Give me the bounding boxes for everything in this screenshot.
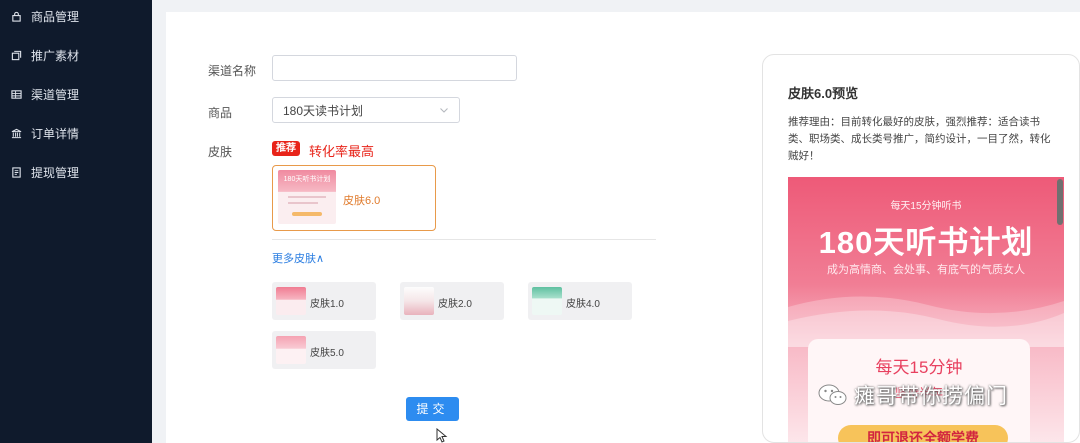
wechat-icon [818, 384, 847, 405]
skin-option-label: 皮肤2.0 [438, 299, 472, 310]
poster-cta-button[interactable]: 即可退还全额学费 [838, 425, 1008, 442]
sidebar-item-label: 推广素材 [31, 48, 80, 63]
sidebar-item-label: 订单详情 [31, 126, 80, 141]
product-label: 商品 [208, 106, 233, 120]
sidebar-item-withdraw[interactable]: 提现管理 [0, 160, 152, 184]
recommend-text: 转化率最高 [309, 144, 375, 159]
chevron-down-icon [440, 108, 448, 113]
poster-top-text: 每天15分钟听书 [890, 201, 962, 212]
divider [272, 239, 656, 240]
sidebar-item-label: 商品管理 [31, 9, 80, 24]
skin-thumbnail [532, 287, 562, 315]
skin-thumbnail-title: 180天听书计划 [283, 176, 331, 183]
skin-option-label: 皮肤4.0 [566, 299, 600, 310]
skin-label: 皮肤 [208, 145, 233, 159]
skin-option-1[interactable]: 皮肤1.0 [272, 282, 376, 320]
preview-scrollbar[interactable] [1057, 179, 1063, 225]
skin-thumbnail [276, 287, 306, 315]
main-panel: 渠道名称 商品 180天读书计划 皮肤 推荐 转化率最高 180天听书计划 皮肤… [166, 12, 1080, 443]
submit-button[interactable]: 提交 [406, 397, 459, 421]
sidebar-item-promo[interactable]: 推广素材 [0, 43, 152, 67]
product-select-value: 180天读书计划 [283, 103, 364, 118]
wave-decoration [788, 296, 1064, 347]
skin-thumbnail [276, 336, 306, 364]
skin-option-label: 皮肤6.0 [343, 195, 381, 207]
watermark: 瘫哥带你捞偏门 [818, 380, 1008, 410]
skin-option-label: 皮肤1.0 [310, 299, 344, 310]
skin-thumbnail [404, 287, 434, 315]
channel-name-input[interactable] [272, 55, 517, 81]
skin-option-5[interactable]: 皮肤5.0 [272, 331, 376, 369]
table-icon [9, 87, 23, 101]
more-skins-link[interactable]: 更多皮肤∧ [272, 250, 324, 266]
product-select[interactable]: 180天读书计划 [272, 97, 460, 123]
lock-icon [9, 9, 23, 23]
copy-icon [9, 48, 23, 62]
watermark-text: 瘫哥带你捞偏门 [854, 385, 1008, 408]
preview-title: 皮肤6.0预览 [788, 86, 859, 101]
sidebar-item-products[interactable]: 商品管理 [0, 4, 152, 28]
sidebar: 商品管理 推广素材 渠道管理 订单详情 提现管理 [0, 0, 152, 443]
mouse-cursor-icon [436, 428, 448, 443]
skin-option-4[interactable]: 皮肤4.0 [528, 282, 632, 320]
sidebar-item-orders[interactable]: 订单详情 [0, 121, 152, 145]
skin-option-2[interactable]: 皮肤2.0 [400, 282, 504, 320]
sidebar-item-channels[interactable]: 渠道管理 [0, 82, 152, 106]
poster-card-line1: 每天15分钟 [875, 358, 963, 377]
channel-name-label: 渠道名称 [208, 64, 257, 78]
preview-description: 推荐理由：目前转化最好的皮肤，强烈推荐：适合读书类、职场类、成长类号推广，简约设… [788, 116, 1051, 162]
skin-option-label: 皮肤5.0 [310, 348, 344, 359]
poster-title: 180天听书计划 [818, 225, 1034, 260]
poster-subtitle: 成为高情商、会处事、有底气的气质女人 [827, 264, 1025, 276]
sidebar-item-label: 提现管理 [31, 165, 80, 180]
recommend-badge: 推荐 [272, 141, 300, 156]
skin-option-selected[interactable]: 180天听书计划 皮肤6.0 [272, 165, 436, 231]
sidebar-item-label: 渠道管理 [31, 87, 80, 102]
bank-icon [9, 126, 23, 140]
document-icon [9, 165, 23, 179]
skin-thumbnail: 180天听书计划 [278, 170, 336, 224]
